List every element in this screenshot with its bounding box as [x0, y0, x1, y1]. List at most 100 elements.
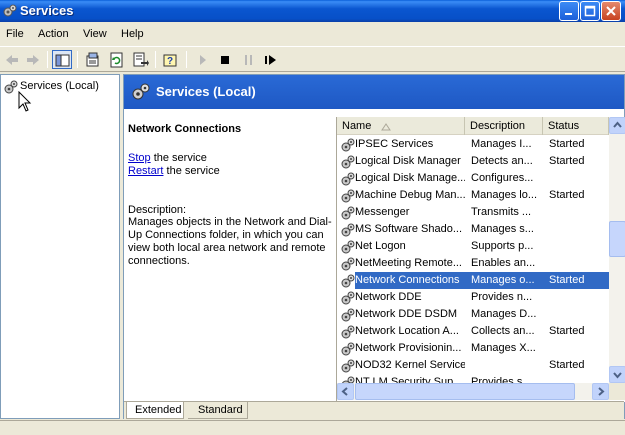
sort-ascending-icon [381, 123, 391, 131]
table-row[interactable]: Machine Debug Man... Manages lo... Started [337, 187, 609, 204]
vertical-scrollbar[interactable] [609, 117, 625, 383]
service-description-cell: Supports p... [471, 240, 534, 252]
gears-icon [4, 80, 18, 94]
service-name-cell: NOD32 Kernel Service [355, 359, 465, 371]
console-tree[interactable]: Services (Local) [0, 74, 120, 419]
title-bar[interactable]: Services [0, 0, 625, 22]
minimize-button[interactable] [559, 1, 579, 21]
pause-service-button[interactable] [239, 50, 259, 69]
service-name-cell: NT LM Security Sup... [355, 376, 463, 383]
scroll-right-button[interactable] [592, 383, 609, 400]
table-row[interactable]: NetMeeting Remote... Enables an... [337, 255, 609, 272]
service-name-cell: Machine Debug Man... [355, 189, 465, 201]
service-status-cell [543, 170, 609, 187]
table-row[interactable]: Logical Disk Manage... Configures... [337, 170, 609, 187]
table-row[interactable]: NT LM Security Sup... Provides s... [337, 374, 609, 383]
service-name-cell: Network Connections [355, 272, 465, 289]
service-gears-icon [341, 342, 355, 356]
service-gears-icon [341, 376, 355, 383]
menu-action[interactable]: Action [38, 28, 69, 40]
toolbar-separator [186, 51, 187, 68]
vertical-scroll-thumb[interactable] [609, 221, 625, 257]
service-status-cell: Started [549, 189, 585, 201]
service-gears-icon [341, 189, 355, 203]
service-description-cell: Detects an... [471, 155, 533, 167]
service-status-cell [543, 374, 609, 383]
menu-view[interactable]: View [83, 28, 107, 40]
service-description-cell: Manages s... [471, 223, 534, 235]
menu-file[interactable]: File [6, 28, 24, 40]
column-header-name[interactable]: Name [337, 117, 465, 135]
service-name-cell: IPSEC Services [355, 138, 434, 150]
horizontal-scroll-thumb[interactable] [355, 383, 575, 400]
table-row[interactable]: Network DDE DSDM Manages D... [337, 306, 609, 323]
export-list-button[interactable] [131, 50, 151, 69]
service-gears-icon [341, 291, 355, 305]
table-row[interactable]: Network Connections Manages o... Started [337, 272, 609, 289]
list-header: Name Description Status [337, 117, 609, 135]
chevron-down-icon [613, 372, 622, 379]
pause-service-icon [245, 55, 252, 65]
close-button[interactable] [601, 1, 621, 21]
table-row[interactable]: Net Logon Supports p... [337, 238, 609, 255]
forward-button[interactable] [23, 50, 43, 69]
tab-extended[interactable]: Extended [126, 402, 184, 419]
restart-action-line: Restart the service [128, 165, 220, 177]
service-description-cell: Configures... [471, 172, 534, 184]
restart-service-button[interactable] [261, 50, 281, 69]
service-status-cell: Started [549, 138, 585, 150]
service-status-cell: Started [549, 155, 585, 167]
service-gears-icon [341, 206, 355, 220]
tab-standard[interactable]: Standard [188, 402, 248, 419]
table-row[interactable]: Network DDE Provides n... [337, 289, 609, 306]
service-gears-icon [341, 155, 355, 169]
menu-help[interactable]: Help [121, 28, 144, 40]
start-service-button[interactable] [193, 50, 213, 69]
table-row[interactable]: NOD32 Kernel Service Started [337, 357, 609, 374]
service-name-cell: Network Location A... [355, 325, 459, 337]
service-description-cell: Transmits ... [471, 206, 532, 218]
toolbar-separator [77, 51, 78, 68]
service-description-cell: Enables an... [471, 257, 536, 269]
stop-service-button[interactable] [215, 50, 235, 69]
table-row[interactable]: MS Software Shado... Manages s... [337, 221, 609, 238]
service-name-cell: Logical Disk Manage... [355, 172, 465, 184]
refresh-button[interactable] [107, 50, 127, 69]
horizontal-scrollbar[interactable] [337, 383, 609, 400]
table-row[interactable]: Messenger Transmits ... [337, 204, 609, 221]
maximize-button[interactable] [580, 1, 600, 21]
column-header-status[interactable]: Status [543, 117, 609, 135]
service-gears-icon [341, 223, 355, 237]
mouse-cursor-icon [18, 91, 32, 112]
service-name-cell: MS Software Shado... [355, 223, 462, 235]
service-description-cell: Manages X... [471, 342, 536, 354]
services-list[interactable]: Name Description Status IPSEC Services Ma… [336, 117, 625, 402]
back-button[interactable] [2, 50, 22, 69]
restart-link[interactable]: Restart [128, 165, 163, 177]
window-title: Services [20, 3, 74, 18]
column-header-description[interactable]: Description [465, 117, 543, 135]
properties-icon [86, 52, 99, 67]
service-description-cell: Provides n... [471, 291, 533, 303]
view-tabs: Extended Standard [124, 401, 624, 419]
scroll-down-button[interactable] [609, 366, 625, 383]
selected-service-name: Network Connections [128, 123, 242, 135]
service-description-cell [465, 357, 543, 374]
properties-button[interactable] [83, 50, 103, 69]
scroll-left-button[interactable] [337, 383, 354, 400]
help-button[interactable]: ? [161, 50, 181, 69]
service-gears-icon [341, 274, 355, 288]
table-row[interactable]: Network Provisionin... Manages X... [337, 340, 609, 357]
show-hide-tree-button[interactable] [52, 50, 72, 69]
status-bar [0, 420, 625, 435]
stop-action-line: Stop the service [128, 152, 207, 164]
service-gears-icon [341, 359, 355, 373]
stop-link[interactable]: Stop [128, 152, 151, 164]
scroll-up-button[interactable] [609, 117, 625, 134]
table-row[interactable]: Logical Disk Manager Detects an... Started [337, 153, 609, 170]
service-name-cell: Network DDE [355, 291, 422, 303]
table-row[interactable]: Network Location A... Collects an... Start… [337, 323, 609, 340]
table-row[interactable]: IPSEC Services Manages I... Started [337, 136, 609, 153]
service-status-cell [543, 289, 609, 306]
service-name-cell: Logical Disk Manager [355, 155, 461, 167]
